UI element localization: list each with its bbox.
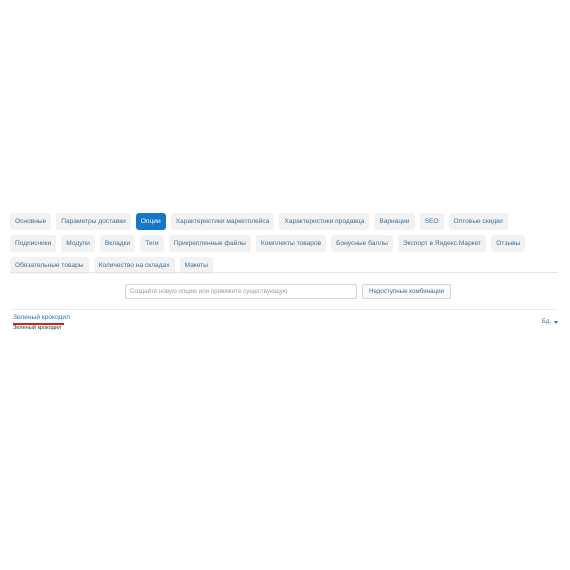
tab-5[interactable]: Вариации	[374, 213, 415, 230]
tab-7[interactable]: Оптовые скидки	[448, 213, 508, 230]
divider	[10, 272, 558, 273]
tab-4[interactable]: Характеристики продавца	[279, 213, 370, 230]
tab-16[interactable]: Отзывы	[491, 235, 526, 252]
page: Основные Параметры доставки Опции Характери…	[0, 0, 570, 570]
tab-15[interactable]: Экспорт в Яндекс.Маркет	[397, 235, 487, 252]
tab-1[interactable]: Параметры доставки	[56, 213, 131, 230]
options-toolbar: Недоступные комбинации	[125, 284, 452, 299]
tab-3[interactable]: Характеристики маркетплейса	[170, 213, 275, 230]
tab-8[interactable]: Подписчики	[10, 235, 57, 252]
tab-9[interactable]: Модули	[61, 235, 95, 252]
tab-11[interactable]: Теги	[140, 235, 164, 252]
unavailable-combinations-button[interactable]: Недоступные комбинации	[362, 284, 452, 299]
tab-14[interactable]: Бонусные баллы	[331, 235, 393, 252]
option-search-input[interactable]	[125, 284, 357, 299]
currency-label: Бд.	[541, 319, 551, 325]
caret-down-icon	[554, 320, 558, 324]
divider	[10, 309, 558, 310]
tab-bar: Основные Параметры доставки Опции Характери…	[10, 213, 558, 279]
tab-2[interactable]: Опции	[135, 213, 166, 230]
tab-0[interactable]: Основные	[10, 213, 52, 230]
option-subtitle: Зеленый крокодил	[13, 325, 62, 331]
tab-13[interactable]: Комплекты товаров	[255, 235, 327, 252]
option-name-link[interactable]: Зеленый крокодил	[13, 314, 70, 321]
tab-12[interactable]: Прикрепленные файлы	[168, 235, 251, 252]
tab-10[interactable]: Вкладки	[99, 235, 136, 252]
tab-6[interactable]: SEO	[419, 213, 444, 230]
currency-dropdown[interactable]: Бд.	[542, 319, 558, 325]
